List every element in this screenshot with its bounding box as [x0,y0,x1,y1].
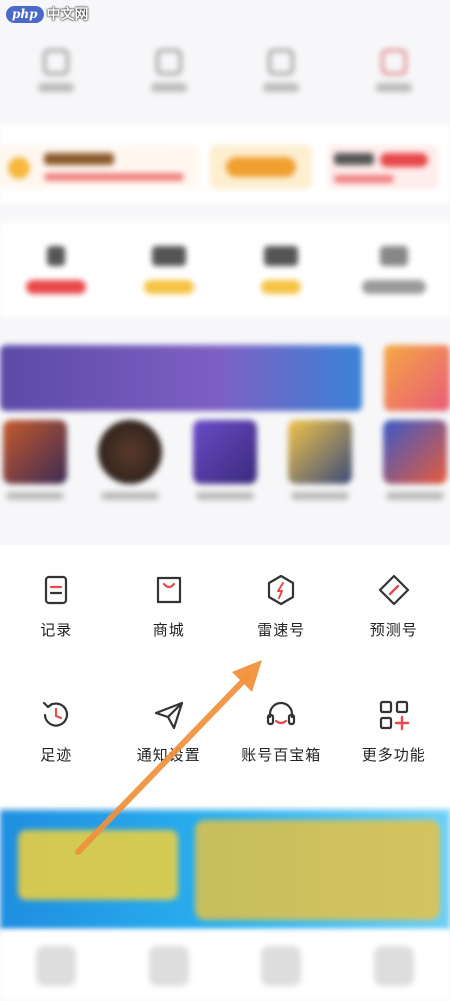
tab-icon[interactable] [261,945,302,986]
blurred-number [264,245,299,266]
function-label: 预测号 [369,621,418,639]
history-clock-icon [43,701,69,727]
crown-icon [8,157,30,179]
blurred-label [291,492,349,500]
blurred-label [150,82,187,92]
function-more[interactable]: 更多功能 [338,670,450,795]
banner-image-block [195,820,440,920]
function-label: 账号百宝箱 [241,746,322,764]
blurred-subtitle [44,173,184,181]
function-label: 足迹 [40,746,73,764]
function-account-toolbox[interactable]: 账号百宝箱 [225,670,338,795]
notification-send-icon [154,701,183,730]
blurred-label [375,82,412,92]
watermark-badge: php [6,5,44,23]
promo-card-vip[interactable] [0,145,198,189]
top-shortcut[interactable] [246,48,316,92]
top-shortcut[interactable] [134,48,204,92]
blurred-icon [268,48,295,75]
blurred-label [386,492,444,500]
blurred-title [334,153,374,165]
stat-item[interactable] [11,245,101,294]
stat-item[interactable] [124,245,214,294]
game-thumbnail[interactable] [382,420,448,520]
blurred-tag [361,279,426,294]
leisu-hexagon-icon [268,574,295,606]
blurred-number [47,245,66,266]
blurred-icon [43,48,70,75]
shop-bag-icon [156,576,181,604]
promo-card-offer[interactable] [328,145,438,189]
promo-card-button[interactable] [210,145,312,189]
function-label: 雷速号 [257,621,306,639]
thumbnail-image [3,420,67,484]
promo-strip[interactable] [0,125,450,203]
record-icon [45,575,68,605]
function-footprint[interactable]: 足迹 [0,670,113,795]
blurred-button [226,157,296,177]
blurred-label [6,492,64,500]
function-record[interactable]: 记录 [0,545,113,670]
thumbnail-image [288,420,352,484]
bottom-tab-bar [0,930,450,1001]
function-shop[interactable]: 商城 [113,545,226,670]
blurred-icon [155,48,182,75]
game-thumbnail[interactable] [2,420,68,520]
game-thumbnail[interactable] [97,420,163,520]
function-leisu-account[interactable]: 雷速号 [225,545,338,670]
blurred-label [101,492,159,500]
blurred-number [151,245,186,266]
top-shortcut[interactable] [21,48,91,92]
top-shortcut[interactable] [359,48,429,92]
function-notification-settings[interactable]: 通知设置 [113,670,226,795]
blurred-tag [261,279,302,294]
game-banner[interactable] [0,345,362,411]
headset-service-icon [267,701,296,726]
tab-icon[interactable] [148,945,189,986]
function-label: 商城 [152,621,185,639]
blurred-subtitle [334,175,394,183]
function-label: 通知设置 [136,746,201,764]
more-grid-icon [379,700,409,731]
function-label: 更多功能 [361,746,426,764]
blurred-title [44,153,114,165]
game-banner-secondary[interactable] [384,345,450,411]
tab-icon[interactable] [373,945,414,986]
stat-item[interactable] [349,245,439,294]
blurred-tag [143,279,194,294]
game-thumbnail[interactable] [287,420,353,520]
game-thumbnails [0,420,450,520]
blurred-icon [379,245,408,266]
prediction-compass-icon [378,574,409,606]
thumbnail-image [383,420,447,484]
function-prediction-account[interactable]: 预测号 [338,545,450,670]
blurred-icon [380,48,407,75]
function-label: 记录 [40,621,73,639]
thumbnail-image [193,420,257,484]
blurred-label [196,492,254,500]
blurred-label [38,82,75,92]
game-thumbnail[interactable] [192,420,258,520]
stats-row [0,222,450,317]
top-shortcut-row [0,30,450,110]
functions-panel: 记录 商城 雷速号 预测号 足迹 通知设置 账号百宝箱 更多功能 [0,545,450,807]
thumbnail-image [98,420,162,484]
blurred-label [263,82,300,92]
blurred-tag [26,279,87,294]
stat-item[interactable] [236,245,326,294]
watermark-site-name: 中文网 [46,7,89,23]
watermark: php 中文网 [6,4,89,24]
banner-text-block [18,830,178,900]
blurred-badge [380,153,428,167]
tab-icon[interactable] [36,945,77,986]
